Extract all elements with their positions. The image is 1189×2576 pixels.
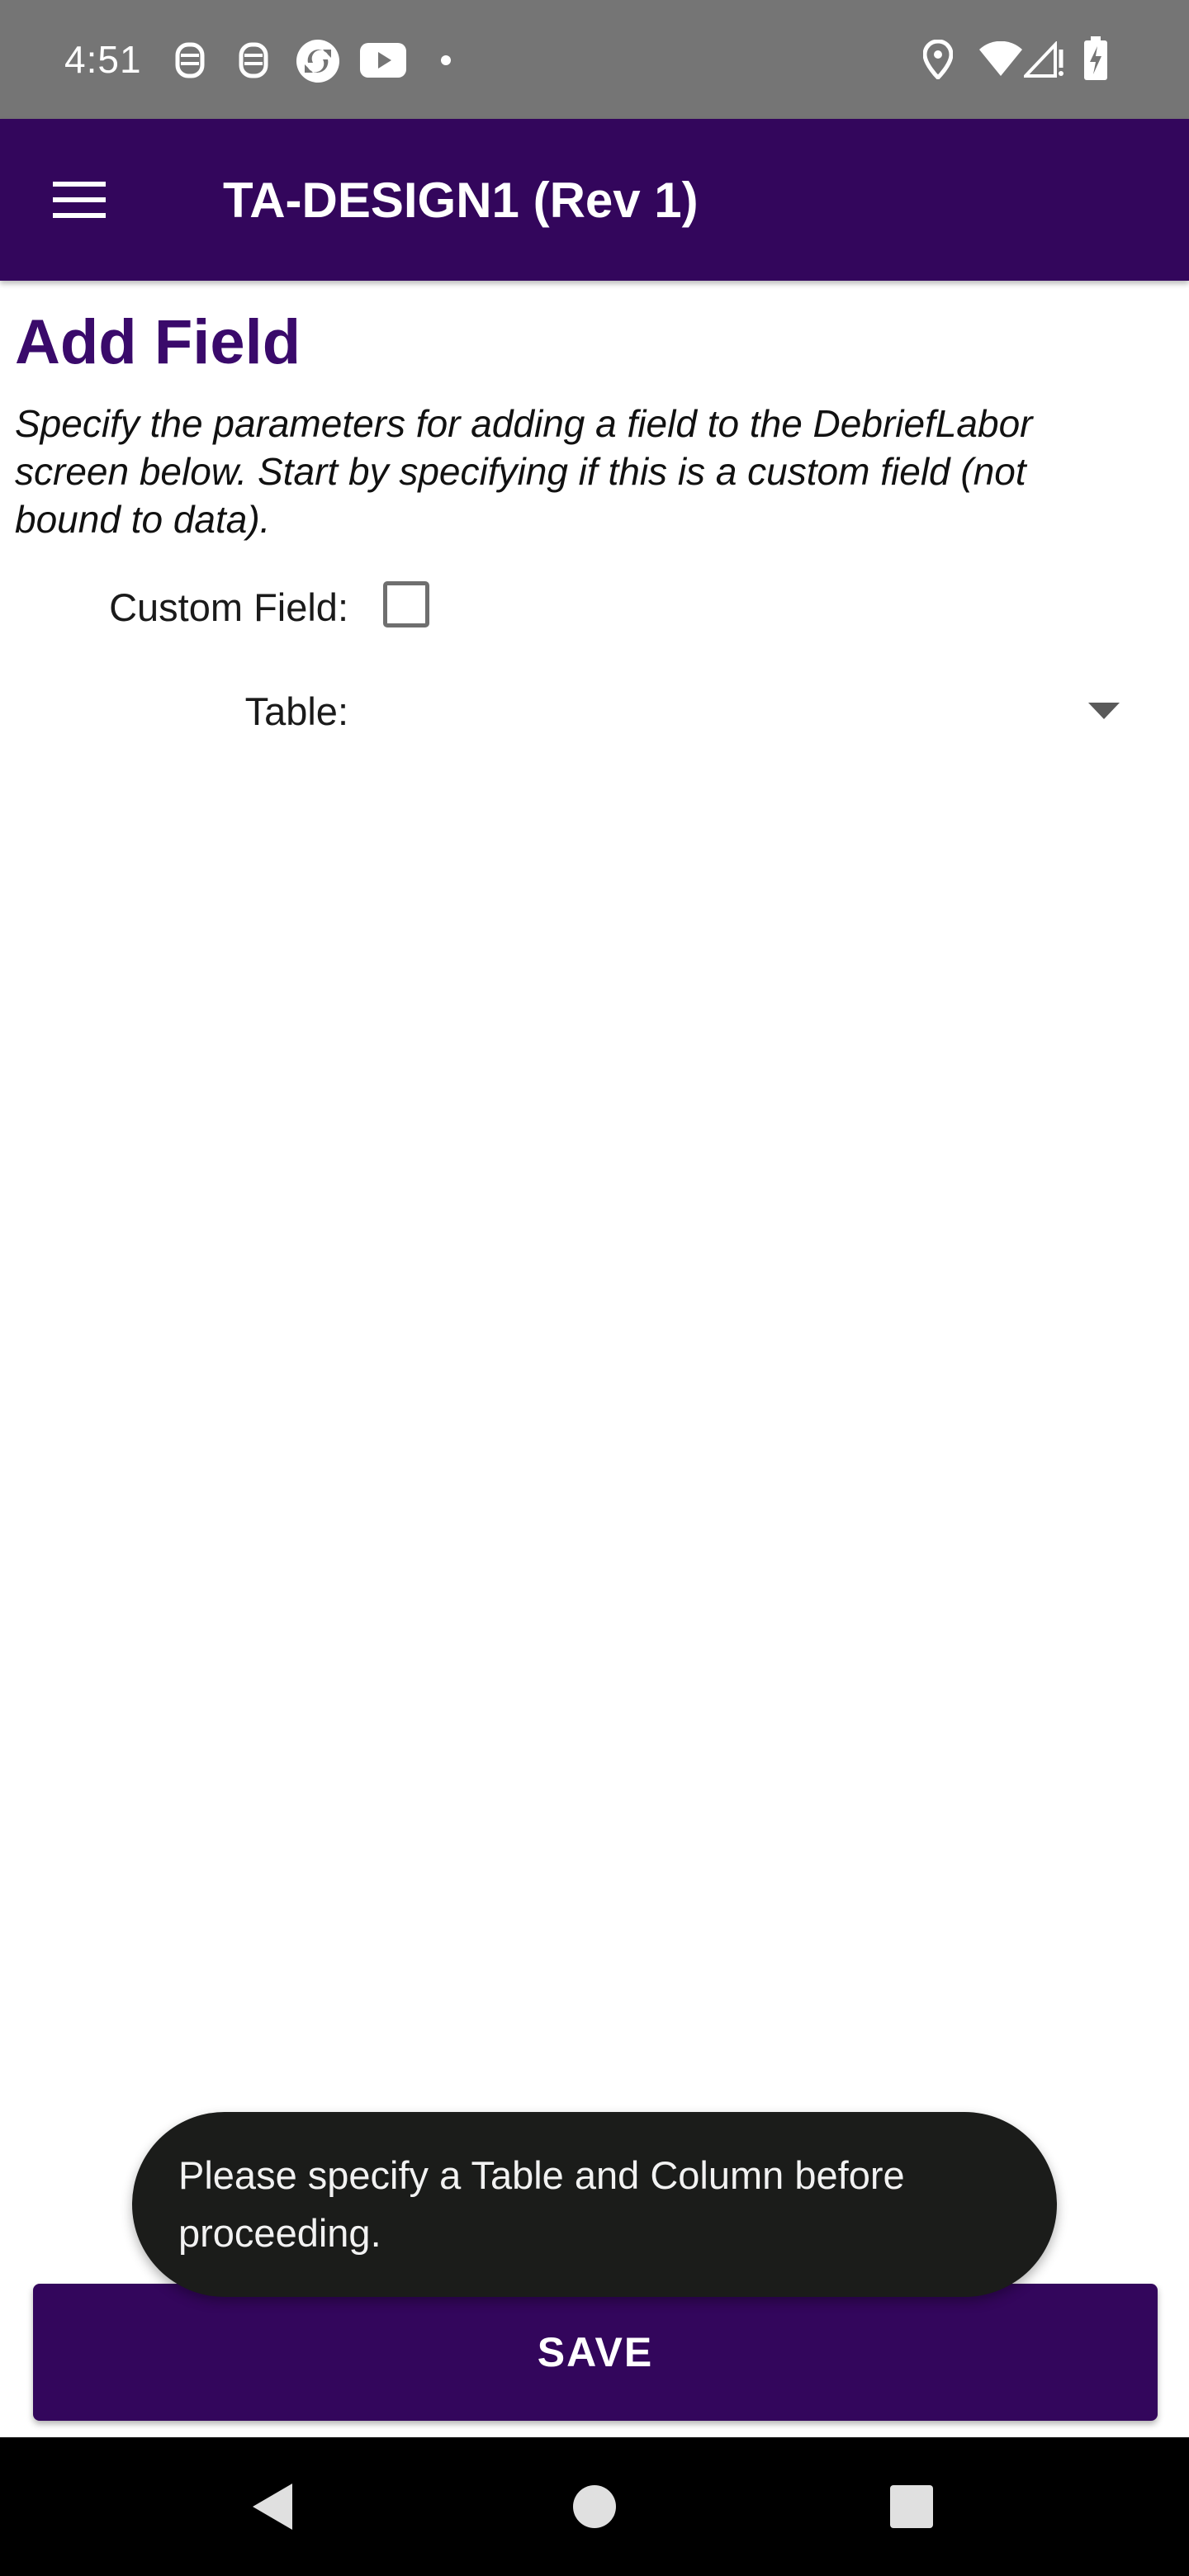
recents-button[interactable] (862, 2467, 961, 2546)
back-icon (253, 2484, 292, 2530)
notification-icon (237, 41, 270, 83)
save-button[interactable]: SAVE (33, 2284, 1158, 2421)
toast-message: Please specify a Table and Column before… (178, 2153, 905, 2255)
home-icon (573, 2485, 616, 2528)
nav-bar (0, 2437, 1189, 2576)
page-title: Add Field (15, 307, 301, 377)
signal-icon (1021, 40, 1065, 82)
table-label: Table: (244, 689, 348, 733)
table-dropdown[interactable] (363, 675, 1139, 750)
hamburger-menu-icon (53, 182, 106, 218)
sync-app-icon (295, 38, 341, 88)
notification-icon (173, 41, 206, 83)
toast: Please specify a Table and Column before… (132, 2112, 1057, 2297)
app-title: TA-DESIGN1 (Rev 1) (223, 173, 699, 228)
home-button[interactable] (545, 2467, 644, 2546)
menu-button[interactable] (33, 160, 129, 239)
youtube-icon (360, 43, 406, 82)
status-time: 4:51 (64, 38, 142, 81)
dot-icon (440, 54, 452, 70)
custom-field-label: Custom Field: (109, 585, 348, 629)
dropdown-arrow-icon[interactable] (1088, 703, 1120, 719)
wifi-icon (979, 40, 1022, 82)
location-icon (922, 39, 954, 83)
recents-icon (890, 2485, 933, 2528)
app-bar: TA-DESIGN1 (Rev 1) (0, 119, 1189, 281)
custom-field-checkbox[interactable] (383, 581, 429, 627)
battery-charging-icon (1083, 36, 1108, 85)
back-button[interactable] (223, 2467, 322, 2546)
page-description: Specify the parameters for adding a fiel… (15, 402, 1033, 541)
status-bar: 4:51 (0, 0, 1189, 119)
